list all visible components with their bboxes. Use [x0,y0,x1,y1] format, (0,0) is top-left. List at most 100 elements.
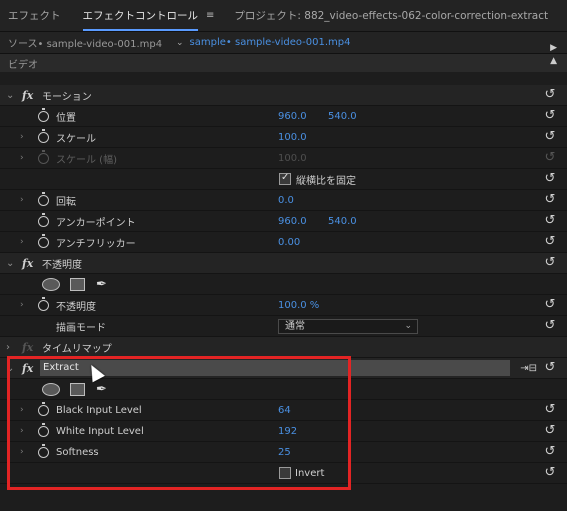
reset-icon[interactable]: ↺ [543,298,557,311]
sequence-clip-text: sample• sample-video-001.mp4 [189,37,351,48]
anchor-point-label: アンカーポイント [56,217,136,229]
rotation-label: 回転 [56,196,76,208]
scale-value[interactable]: 100.0 [278,132,307,143]
invert-checkbox[interactable] [279,467,291,479]
chevron-right-icon[interactable]: › [20,447,24,457]
tab-effect-controls[interactable]: エフェクトコントロール [82,8,198,31]
reset-icon[interactable]: ↺ [543,88,557,101]
chevron-right-icon[interactable]: › [6,342,16,353]
source-bar: ソース• sample-video-001.mp4 ⌄ sample• samp… [0,32,567,54]
anchor-x-value[interactable]: 960.0 [278,216,307,227]
black-input-row: › Black Input Level 64 ↺ [0,400,567,421]
tab-effects[interactable]: エフェクト [8,8,61,23]
effect-settings-icon[interactable]: ⇥⊟ [520,363,537,374]
stopwatch-icon[interactable] [38,128,49,143]
stopwatch-icon[interactable] [38,296,49,311]
fx-icon[interactable]: fx [22,362,33,375]
motion-effect-row[interactable]: ⌄ fx モーション ↺ [0,85,567,106]
reset-icon[interactable]: ↺ [543,403,557,416]
reset-icon[interactable]: ↺ [543,193,557,206]
stopwatch-icon[interactable] [38,107,49,122]
position-label: 位置 [56,112,76,124]
reset-icon[interactable]: ↺ [543,130,557,143]
softness-value[interactable]: 25 [278,447,291,458]
time-remap-row[interactable]: › fx タイムリマップ [0,337,567,358]
softness-row: › Softness 25 ↺ [0,442,567,463]
ellipse-mask-icon[interactable] [42,382,60,396]
reset-icon[interactable]: ↺ [543,424,557,437]
scale-width-label: スケール (幅) [56,154,117,166]
position-y-value[interactable]: 540.0 [328,111,357,122]
chevron-right-icon[interactable]: › [20,300,24,310]
stopwatch-icon[interactable] [38,422,49,437]
position-x-value[interactable]: 960.0 [278,111,307,122]
antiflicker-value[interactable]: 0.00 [278,237,300,248]
scale-row: › スケール 100.0 ↺ [0,127,567,148]
reset-icon: ↺ [544,150,556,165]
ellipse-mask-icon[interactable] [42,277,60,291]
stopwatch-icon[interactable] [38,401,49,416]
reset-icon[interactable]: ↺ [543,172,557,185]
extract-title-bar[interactable]: Extract [40,360,510,376]
chevron-right-icon[interactable]: › [20,405,24,415]
fx-icon: fx [22,340,34,354]
stopwatch-icon[interactable] [38,191,49,206]
play-triangle-icon[interactable]: ▶ [550,43,557,53]
opacity-effect-row[interactable]: ⌄ fx 不透明度 ↺ [0,253,567,274]
reset-icon[interactable]: ↺ [543,445,557,458]
reset-icon[interactable]: ↺ [543,214,557,227]
stopwatch-icon[interactable] [38,212,49,227]
chevron-down-icon: ⌄ [176,37,184,48]
blend-mode-label: 描画モード [56,322,106,334]
tab-project[interactable]: プロジェクト: 882_video-effects-062-color-corr… [234,8,548,23]
uniform-scale-label: 縦横比を固定 [296,175,356,187]
motion-label: モーション [42,91,92,103]
reset-icon[interactable]: ↺ [543,109,557,122]
extract-label: Extract [43,362,79,373]
chevron-down-icon[interactable]: ⌄ [6,90,16,101]
uniform-scale-checkbox[interactable] [279,172,291,185]
scroll-up-icon[interactable]: ▲ [550,56,557,66]
white-input-value[interactable]: 192 [278,426,297,437]
opacity-value[interactable]: 100.0 % [278,300,319,311]
sequence-clip-label[interactable]: ⌄ sample• sample-video-001.mp4 [170,37,351,48]
fx-icon[interactable]: fx [22,257,33,270]
rotation-value[interactable]: 0.0 [278,195,294,206]
blend-mode-dropdown[interactable]: 通常 ⌄ [278,318,418,334]
chevron-right-icon[interactable]: › [20,132,24,142]
video-section-label: ビデオ [8,59,38,71]
extract-mask-tools-row: ✒ [0,379,567,400]
stopwatch-icon[interactable] [38,233,49,248]
chevron-right-icon[interactable]: › [20,426,24,436]
chevron-down-icon[interactable]: ⌄ [6,258,16,269]
opacity-mask-tools-row: ✒ [0,274,567,295]
chevron-down-icon[interactable]: ⌄ [6,363,16,374]
stopwatch-icon[interactable] [38,443,49,458]
chevron-down-icon: ⌄ [404,320,412,331]
rotation-row: › 回転 0.0 ↺ [0,190,567,211]
blend-mode-row: 描画モード 通常 ⌄ ↺ [0,316,567,337]
scale-width-row: › スケール (幅) 100.0 ↺ [0,148,567,169]
invert-label: Invert [295,467,325,479]
chevron-right-icon[interactable]: › [20,195,24,205]
opacity-row: › 不透明度 100.0 % ↺ [0,295,567,316]
scale-width-value: 100.0 [278,152,307,164]
pen-mask-icon[interactable]: ✒ [96,277,107,292]
anchor-point-row: アンカーポイント 960.0 540.0 ↺ [0,211,567,232]
anchor-y-value[interactable]: 540.0 [328,216,357,227]
reset-icon[interactable]: ↺ [543,466,557,479]
hamburger-icon[interactable]: ≡ [206,10,214,21]
rectangle-mask-icon[interactable] [70,382,85,396]
fx-icon[interactable]: fx [22,89,33,102]
chevron-right-icon[interactable]: › [20,237,24,247]
opacity-label: 不透明度 [56,301,96,313]
black-input-value[interactable]: 64 [278,405,291,416]
reset-icon[interactable]: ↺ [543,235,557,248]
source-clip-label[interactable]: ソース• sample-video-001.mp4 [0,35,170,50]
reset-icon[interactable]: ↺ [543,256,557,269]
reset-icon[interactable]: ↺ [543,319,557,332]
invert-row: Invert ↺ [0,463,567,484]
rectangle-mask-icon[interactable] [70,277,85,291]
reset-icon[interactable]: ↺ [543,361,557,374]
pen-mask-icon[interactable]: ✒ [96,382,107,397]
